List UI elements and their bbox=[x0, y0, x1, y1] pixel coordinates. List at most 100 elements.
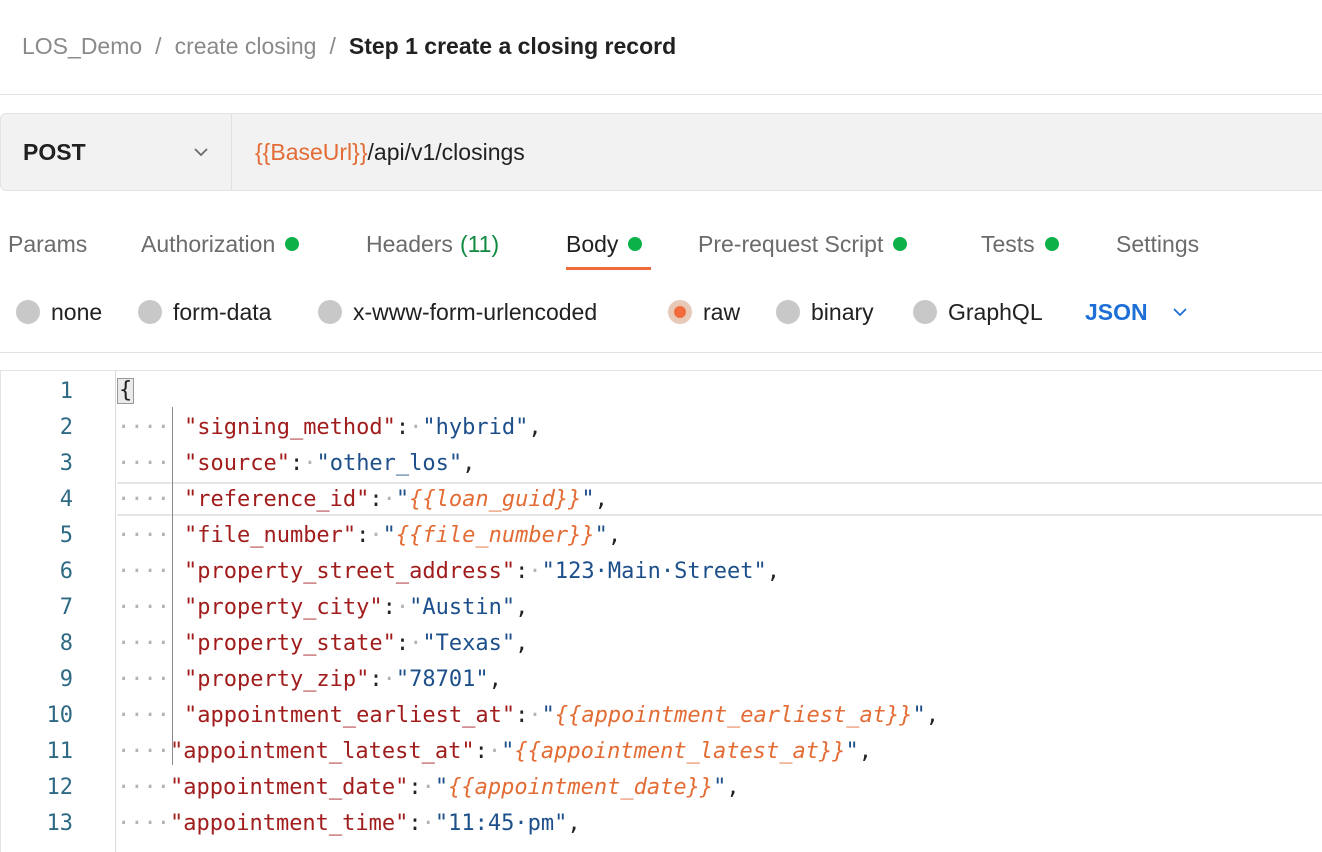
tab-body[interactable]: Body bbox=[566, 224, 643, 264]
whitespace-indent: ···· bbox=[117, 414, 170, 440]
code-content: ···· "property_city": · "Austin", bbox=[117, 594, 529, 620]
code-content: ···· "appointment_earliest_at": · " {{appoin… bbox=[117, 702, 939, 728]
body-option-none[interactable]: none bbox=[16, 296, 102, 328]
code-line[interactable]: 3 ···· "source": · "other_los", bbox=[0, 445, 1322, 481]
code-line[interactable]: 5 ···· "file_number": · " {{file_number}} ", bbox=[0, 517, 1322, 553]
body-option-binary-label: binary bbox=[811, 298, 874, 325]
status-dot-icon bbox=[1044, 237, 1059, 251]
line-number: 5 bbox=[59, 522, 73, 548]
tab-settings[interactable]: Settings bbox=[1116, 224, 1199, 264]
code-line[interactable]: 8 ···· "property_state": · "Texas", bbox=[0, 625, 1322, 661]
breadcrumb-separator: / bbox=[155, 32, 162, 59]
body-option-binary[interactable]: binary bbox=[776, 296, 874, 328]
code-content: { bbox=[117, 378, 135, 404]
line-number: 13 bbox=[46, 810, 74, 836]
body-option-form-data-label: form-data bbox=[173, 298, 272, 325]
line-number: 4 bbox=[59, 486, 73, 512]
body-format-select[interactable]: JSON bbox=[1085, 296, 1188, 328]
json-key: "appointment_earliest_at" bbox=[183, 702, 516, 728]
request-tabs: Params Authorization Headers (11) Body P… bbox=[0, 216, 1322, 272]
tab-tests[interactable]: Tests bbox=[981, 224, 1059, 264]
json-variable-value: {{appointment_earliest_at}} bbox=[554, 702, 913, 728]
line-number: 11 bbox=[46, 738, 74, 764]
code-line[interactable]: 1{ bbox=[0, 373, 1322, 409]
json-key: "property_street_address" bbox=[183, 558, 516, 584]
url-path: /api/v1/closings bbox=[367, 138, 525, 165]
breadcrumb-folder[interactable]: create closing bbox=[175, 33, 317, 60]
chevron-down-icon bbox=[1173, 308, 1187, 317]
whitespace-indent: ···· bbox=[117, 594, 170, 620]
whitespace-indent: ···· bbox=[117, 702, 170, 728]
line-number: 1 bbox=[59, 378, 73, 404]
json-key: "property_zip" bbox=[183, 666, 370, 692]
whitespace-indent: ···· bbox=[117, 522, 170, 548]
code-line[interactable]: 11 ···· "appointment_latest_at": · " {{appoin… bbox=[0, 733, 1322, 769]
method-select[interactable]: POST bbox=[1, 114, 232, 190]
tab-authorization[interactable]: Authorization bbox=[141, 224, 300, 264]
code-line[interactable]: 6 ···· "property_street_address": · "123·Mai… bbox=[0, 553, 1322, 589]
code-line[interactable]: 9 ···· "property_zip": · "78701", bbox=[0, 661, 1322, 697]
line-number: 3 bbox=[59, 450, 73, 476]
breadcrumb-request-name[interactable]: Step 1 create a closing record bbox=[349, 33, 676, 60]
body-option-urlencoded[interactable]: x-www-form-urlencoded bbox=[318, 296, 597, 328]
code-content: ···· "source": · "other_los", bbox=[117, 450, 476, 476]
whitespace-indent: ···· bbox=[117, 738, 170, 764]
json-variable-value: {{loan_guid}} bbox=[409, 486, 582, 512]
radio-icon[interactable] bbox=[138, 300, 162, 324]
json-key: "signing_method" bbox=[183, 414, 396, 440]
code-line[interactable]: 10 ···· "appointment_earliest_at": · " {{appo… bbox=[0, 697, 1322, 733]
body-option-graphql-label: GraphQL bbox=[948, 298, 1043, 325]
tab-prerequest-script[interactable]: Pre-request Script bbox=[698, 224, 908, 264]
json-string-value: "11:45·pm" bbox=[434, 810, 568, 836]
status-dot-icon bbox=[285, 237, 300, 251]
code-line[interactable]: 12 ···· "appointment_date": · " {{appointment… bbox=[0, 769, 1322, 805]
line-number: 9 bbox=[59, 666, 73, 692]
breadcrumb-collection[interactable]: LOS_Demo bbox=[22, 33, 142, 60]
body-option-graphql[interactable]: GraphQL bbox=[913, 296, 1043, 328]
tab-headers[interactable]: Headers (11) bbox=[366, 224, 499, 264]
body-option-raw[interactable]: raw bbox=[668, 296, 740, 328]
radio-selected-icon[interactable] bbox=[668, 300, 692, 324]
line-number: 8 bbox=[59, 630, 73, 656]
code-content: ···· "appointment_latest_at": · " {{appointm… bbox=[117, 738, 873, 764]
json-variable-value: {{file_number}} bbox=[395, 522, 595, 548]
radio-icon[interactable] bbox=[318, 300, 342, 324]
url-input[interactable]: {{BaseUrl}} /api/v1/closings bbox=[232, 114, 1322, 190]
body-option-urlencoded-label: x-www-form-urlencoded bbox=[353, 298, 598, 325]
code-content: ···· "property_zip": · "78701", bbox=[117, 666, 502, 692]
whitespace-indent: ···· bbox=[117, 774, 170, 800]
headers-count-badge: (11) bbox=[459, 230, 500, 257]
json-variable-value: {{appointment_date}} bbox=[448, 774, 714, 800]
radio-icon[interactable] bbox=[776, 300, 800, 324]
code-line[interactable]: 13 ···· "appointment_time": · "11:45·pm", bbox=[0, 805, 1322, 841]
status-dot-icon bbox=[628, 237, 643, 251]
tab-authorization-label: Authorization bbox=[141, 230, 276, 257]
json-string-value: "Austin" bbox=[409, 594, 516, 620]
line-number: 12 bbox=[46, 774, 74, 800]
active-tab-indicator bbox=[566, 267, 651, 270]
code-content: ···· "property_street_address": · "123·Main… bbox=[117, 558, 781, 584]
line-number: 2 bbox=[59, 414, 73, 440]
code-content: ···· "reference_id": · " {{loan_guid}} ", bbox=[117, 486, 608, 512]
code-line[interactable]: 2 ···· "signing_method": · "hybrid", bbox=[0, 409, 1322, 445]
whitespace-indent: ···· bbox=[117, 666, 170, 692]
radio-icon[interactable] bbox=[16, 300, 40, 324]
tab-headers-label: Headers bbox=[366, 230, 453, 257]
line-number: 10 bbox=[46, 702, 74, 728]
body-option-raw-label: raw bbox=[703, 298, 741, 325]
json-open-brace: { bbox=[117, 378, 135, 404]
json-key: "reference_id" bbox=[183, 486, 370, 512]
body-option-none-label: none bbox=[51, 298, 103, 325]
radio-icon[interactable] bbox=[913, 300, 937, 324]
body-option-form-data[interactable]: form-data bbox=[138, 296, 271, 328]
json-string-value: "123·Main·Street" bbox=[541, 558, 767, 584]
options-divider bbox=[0, 352, 1322, 353]
code-line[interactable]: 7 ···· "property_city": · "Austin", bbox=[0, 589, 1322, 625]
code-line[interactable]: 4 ···· "reference_id": · " {{loan_guid}} ", bbox=[0, 481, 1322, 517]
body-code-editor[interactable]: 1{2 ···· "signing_method": · "hybrid", 3 ···· "… bbox=[0, 370, 1322, 852]
code-content: ···· "signing_method": · "hybrid", bbox=[117, 414, 542, 440]
json-key: "file_number" bbox=[183, 522, 357, 548]
url-base-variable: {{BaseUrl}} bbox=[255, 138, 368, 165]
json-key: "property_city" bbox=[183, 594, 383, 620]
tab-params[interactable]: Params bbox=[8, 224, 87, 264]
